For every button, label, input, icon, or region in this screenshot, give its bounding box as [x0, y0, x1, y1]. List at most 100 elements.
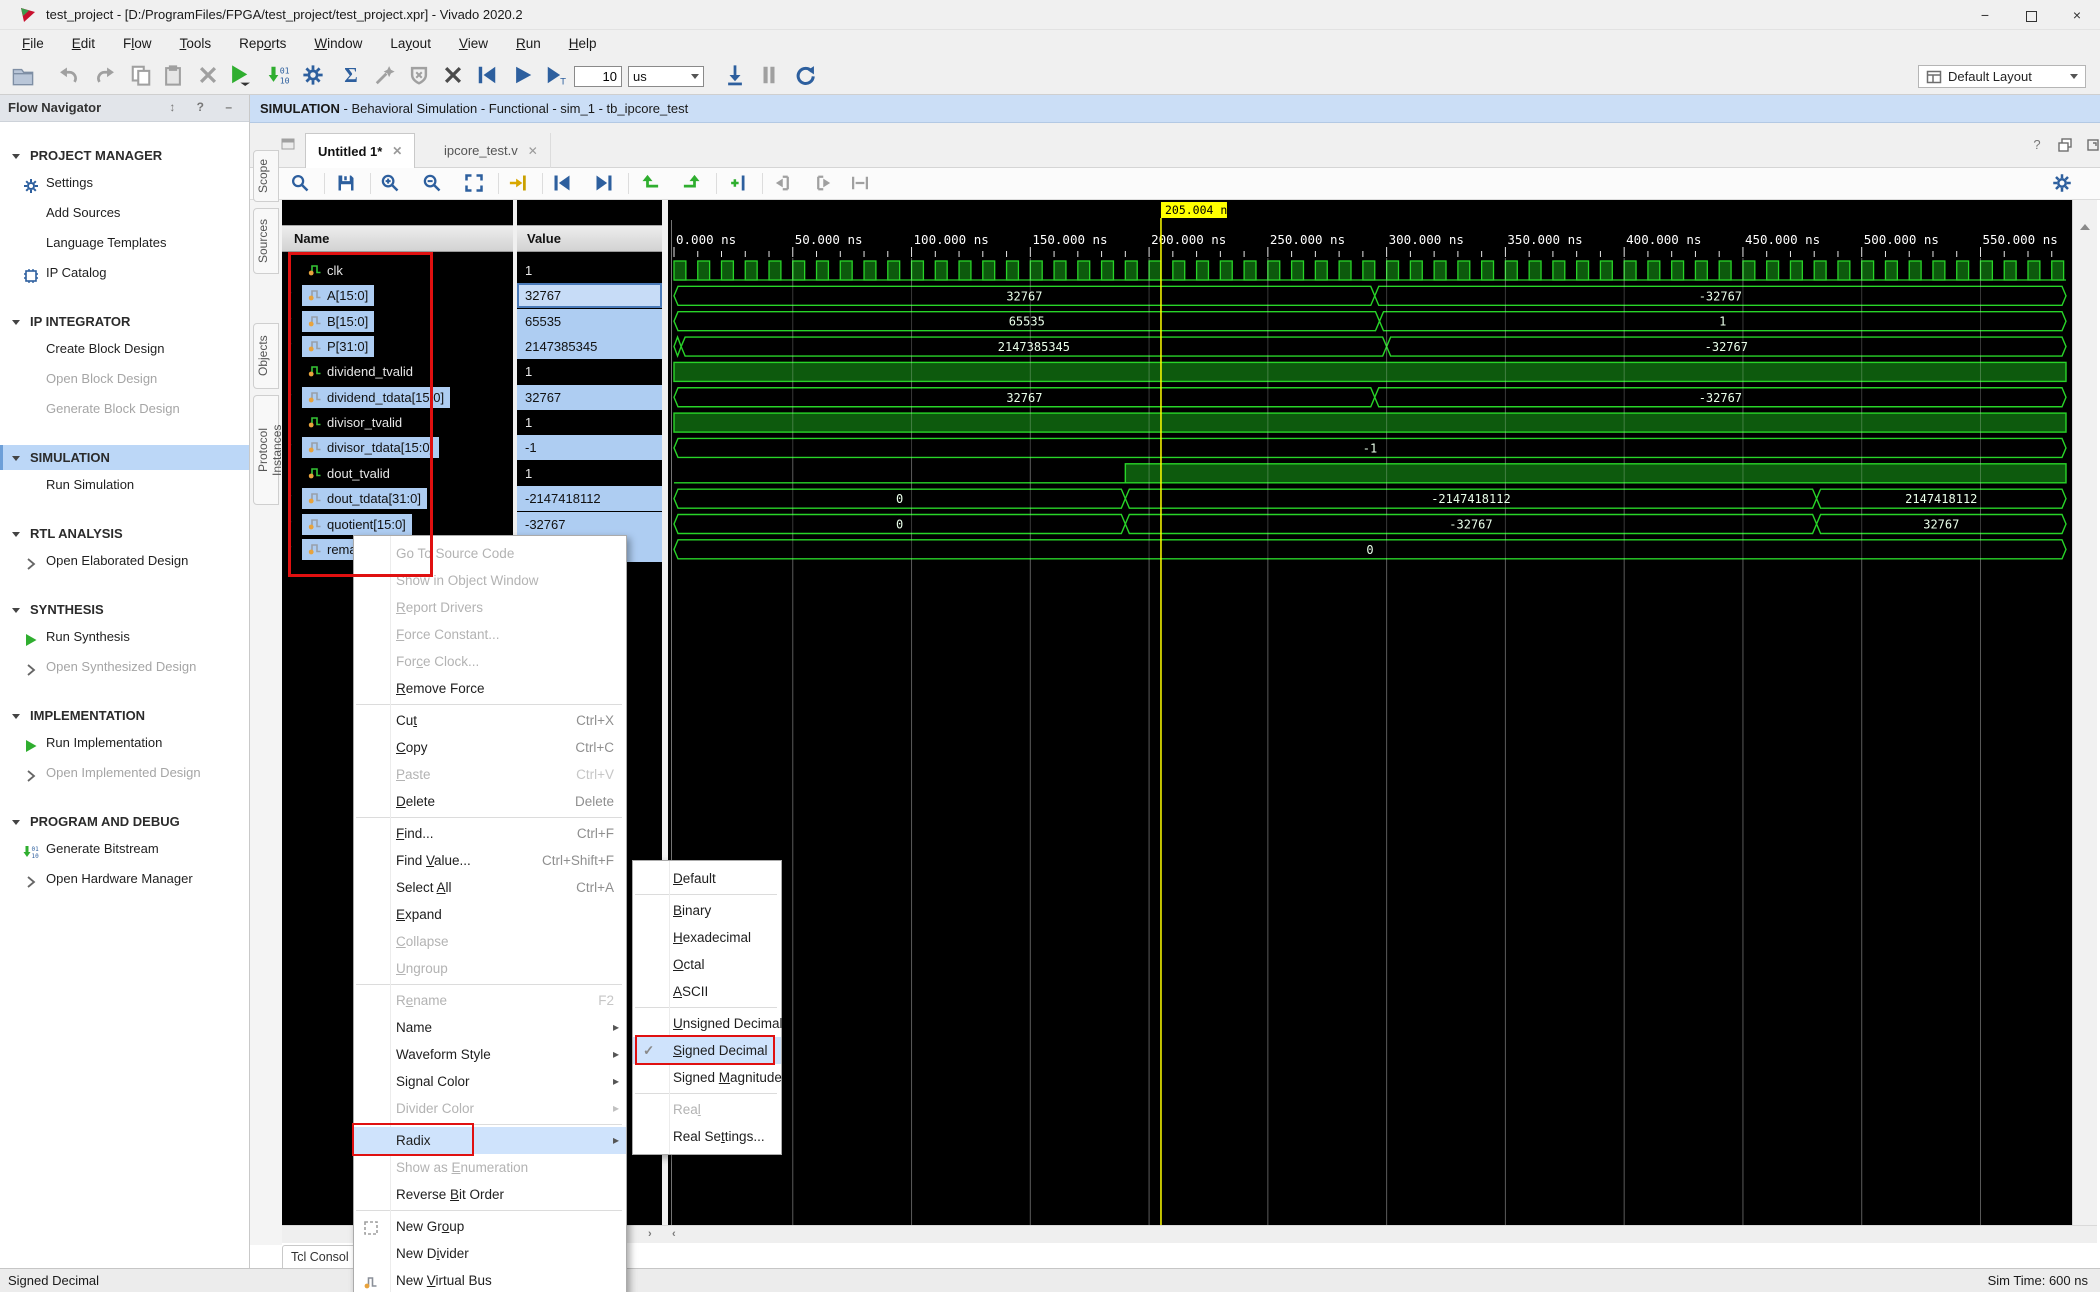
signal-name-chip[interactable]: quotient[15:0] [302, 514, 412, 535]
time-unit-select[interactable]: us [628, 66, 704, 87]
flow-item-generate-bitstream[interactable]: 0110Generate Bitstream [0, 834, 249, 864]
menu-item-remove-force[interactable]: Remove Force [354, 675, 626, 702]
close-button[interactable]: × [2054, 0, 2100, 30]
menu-item-new-divider[interactable]: New Divider [354, 1240, 626, 1267]
menu-run[interactable]: Run [502, 30, 555, 58]
signal-name-chip[interactable]: dividend_tvalid [302, 361, 419, 382]
goto-cursor-icon[interactable] [812, 173, 832, 193]
flow-item-run-implementation[interactable]: Run Implementation [0, 728, 249, 758]
flow-item-generate-block-design[interactable]: Generate Block Design [0, 394, 249, 424]
menu-layout[interactable]: Layout [376, 30, 445, 58]
cursor-span-icon[interactable] [850, 173, 870, 193]
scroll-right-icon[interactable]: › [648, 1228, 652, 1240]
menu-item-find-value[interactable]: Find Value...Ctrl+Shift+F [354, 847, 626, 874]
add-marker-icon[interactable] [728, 173, 748, 193]
previous-transition-icon[interactable] [640, 173, 660, 193]
help-icon[interactable]: ? [2028, 137, 2046, 155]
menu-item-divider-color[interactable]: Divider Color▸ [354, 1095, 626, 1122]
signal-value-b-15-0[interactable]: 65535 [517, 309, 662, 334]
name-column-header[interactable]: Name [282, 225, 513, 252]
flow-section-program-and-debug[interactable]: PROGRAM AND DEBUG [0, 809, 249, 834]
flow-item-open-synthesized-design[interactable]: Open Synthesized Design [0, 652, 249, 682]
flow-item-run-simulation[interactable]: Run Simulation [0, 470, 249, 500]
signal-row-dout-tdata-31-0[interactable]: ›dout_tdata[31:0] [282, 486, 513, 511]
side-tab-scope[interactable]: Scope [253, 150, 279, 202]
signal-row-b-15-0[interactable]: ›B[15:0] [282, 309, 513, 334]
zoom-out-icon[interactable] [422, 173, 442, 193]
signal-name-chip[interactable]: dout_tdata[31:0] [302, 488, 427, 509]
flow-section-synthesis[interactable]: SYNTHESIS [0, 597, 249, 622]
signal-value-quotient-15-0[interactable]: -32767 [517, 512, 662, 537]
menu-item-radix[interactable]: Radix▸ [354, 1127, 626, 1154]
signal-name-chip[interactable]: divisor_tvalid [302, 412, 408, 433]
signal-row-dout-tvalid[interactable]: dout_tvalid [282, 461, 513, 486]
tab-ipcore-test[interactable]: ipcore_test.v ✕ [432, 133, 551, 168]
menu-help[interactable]: Help [555, 30, 611, 58]
find-icon[interactable] [290, 173, 310, 193]
waveform-canvas[interactable]: 0.000 ns50.000 ns100.000 ns150.000 ns200… [668, 200, 2072, 1225]
menu-item-find[interactable]: Find...Ctrl+F [354, 820, 626, 847]
menu-flow[interactable]: Flow [109, 30, 166, 58]
menu-item-report-drivers[interactable]: Report Drivers [354, 594, 626, 621]
menu-item-copy[interactable]: CopyCtrl+C [354, 734, 626, 761]
menu-item-cut[interactable]: CutCtrl+X [354, 707, 626, 734]
menu-item-ascii[interactable]: ASCII [633, 978, 781, 1005]
step-icon[interactable] [724, 64, 746, 86]
signal-row-dividend-tdata-15-0[interactable]: ›dividend_tdata[15:0] [282, 385, 513, 410]
tab-tcl-console[interactable]: Tcl Consol [282, 1245, 362, 1268]
side-tab-protocol-instances[interactable]: Protocol Instances [253, 395, 279, 505]
menu-tools[interactable]: Tools [166, 30, 226, 58]
flow-section-simulation[interactable]: SIMULATION [0, 445, 249, 470]
swap-cursor-icon[interactable] [774, 173, 794, 193]
menu-item-rename[interactable]: RenameF2 [354, 987, 626, 1014]
signal-value-divisor-tdata-15-0[interactable]: -1 [517, 435, 662, 460]
menu-item-expand[interactable]: Expand [354, 901, 626, 928]
layout-select[interactable]: Default Layout [1918, 65, 2086, 88]
flow-item-open-implemented-design[interactable]: Open Implemented Design [0, 758, 249, 788]
expand-icon[interactable]: › [288, 516, 292, 528]
signal-name-chip[interactable]: P[31:0] [302, 336, 374, 357]
menu-item-select-all[interactable]: Select AllCtrl+A [354, 874, 626, 901]
vertical-scrollbar[interactable] [2072, 200, 2097, 1225]
menu-item-unsigned-decimal[interactable]: Unsigned Decimal [633, 1010, 781, 1037]
menu-item-real-settings[interactable]: Real Settings... [633, 1123, 781, 1150]
validate-icon[interactable] [408, 64, 430, 86]
menu-window[interactable]: Window [300, 30, 376, 58]
run-button-icon[interactable] [228, 64, 250, 86]
elaborate-icon[interactable] [374, 64, 396, 86]
scroll-up-icon[interactable] [2080, 224, 2090, 230]
signal-value-clk[interactable]: 1 [517, 258, 662, 283]
menu-item-signed-magnitude[interactable]: Signed Magnitude [633, 1064, 781, 1091]
signal-row-clk[interactable]: clk [282, 258, 513, 283]
next-marker-icon[interactable] [594, 173, 614, 193]
undo-icon[interactable] [58, 64, 80, 86]
maximize-pane-icon[interactable] [2084, 137, 2100, 155]
signal-value-a-15-0[interactable]: 32767 [517, 283, 662, 308]
flow-item-open-block-design[interactable]: Open Block Design [0, 364, 249, 394]
menu-item-octal[interactable]: Octal [633, 951, 781, 978]
menu-item-new-virtual-bus[interactable]: New Virtual Bus [354, 1267, 626, 1292]
float-window-icon[interactable] [2056, 137, 2074, 155]
save-waveform-icon[interactable] [336, 173, 356, 193]
restart-sim-icon[interactable] [476, 64, 498, 86]
menu-item-new-group[interactable]: New Group [354, 1213, 626, 1240]
expand-icon[interactable]: › [288, 389, 292, 401]
signal-value-p-31-0[interactable]: 2147385345 [517, 334, 662, 359]
report-sigma-icon[interactable]: Σ [340, 64, 362, 86]
flow-section-rtl-analysis[interactable]: RTL ANALYSIS [0, 521, 249, 546]
flow-item-ip-catalog[interactable]: IP Catalog [0, 258, 249, 288]
menu-item-signed-decimal[interactable]: ✓Signed Decimal [633, 1037, 781, 1064]
next-transition-icon[interactable] [682, 173, 702, 193]
menu-item-force-constant[interactable]: Force Constant... [354, 621, 626, 648]
flow-section-implementation[interactable]: IMPLEMENTATION [0, 703, 249, 728]
signal-value-dividend-tdata-15-0[interactable]: 32767 [517, 385, 662, 410]
settings-gear-icon[interactable] [302, 64, 324, 86]
flow-item-add-sources[interactable]: Add Sources [0, 198, 249, 228]
pause-icon[interactable] [758, 64, 780, 86]
run-all-icon[interactable] [512, 64, 534, 86]
menu-item-binary[interactable]: Binary [633, 897, 781, 924]
copy-icon[interactable] [130, 64, 152, 86]
scroll-left-icon[interactable]: ‹ [672, 1228, 676, 1240]
menu-item-show-in-object-window[interactable]: Show in Object Window [354, 567, 626, 594]
flow-item-open-hardware-manager[interactable]: Open Hardware Manager [0, 864, 249, 894]
